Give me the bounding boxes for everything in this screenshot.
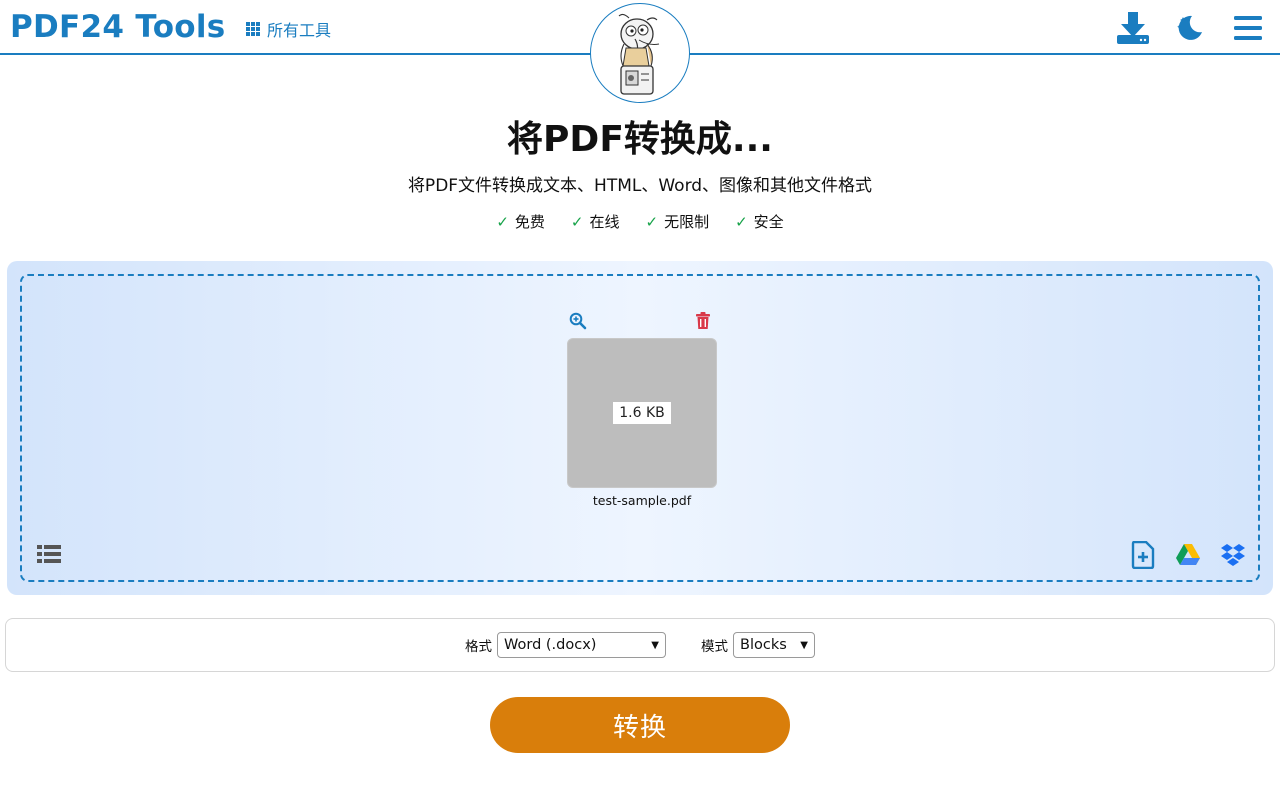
format-select[interactable]: Word (.docx) ▼ <box>497 632 666 658</box>
chevron-down-icon: ▼ <box>800 639 808 651</box>
brand-logo-text[interactable]: PDF24 Tools <box>10 8 226 46</box>
feature-item: ✓ 免费 <box>496 211 545 233</box>
all-tools-link[interactable]: 所有工具 <box>246 17 331 41</box>
mode-select-value: Blocks <box>740 637 787 653</box>
all-tools-label: 所有工具 <box>267 21 332 40</box>
apps-grid-icon <box>246 22 260 36</box>
mascot-logo[interactable] <box>590 3 690 103</box>
file-drop-zone[interactable]: 1.6 KB test-sample.pdf <box>20 274 1260 582</box>
check-icon: ✓ <box>570 213 584 231</box>
file-drop-area[interactable]: 1.6 KB test-sample.pdf <box>7 261 1273 595</box>
check-icon: ✓ <box>496 213 509 231</box>
google-drive-icon[interactable] <box>1174 541 1202 569</box>
format-select-value: Word (.docx) <box>504 637 597 653</box>
file-size-badge: 1.6 KB <box>613 402 671 424</box>
file-card[interactable]: 1.6 KB test-sample.pdf <box>567 312 717 508</box>
add-file-icon[interactable] <box>1129 541 1157 569</box>
file-name: test-sample.pdf <box>592 493 692 508</box>
feature-label: 免费 <box>514 213 545 231</box>
check-icon: ✓ <box>735 213 748 231</box>
mode-label: 模式 <box>701 639 728 655</box>
conversion-options: 格式 Word (.docx) ▼ 模式 Blocks ▼ <box>5 618 1275 672</box>
page-title: 将PDF转换成... <box>507 119 773 160</box>
file-thumbnail[interactable]: 1.6 KB <box>567 338 717 488</box>
check-icon: ✓ <box>645 213 659 231</box>
feature-item: ✓ 在线 <box>571 211 620 233</box>
dark-mode-icon[interactable] <box>1172 10 1208 46</box>
delete-icon[interactable] <box>695 312 715 332</box>
download-icon[interactable] <box>1115 10 1151 46</box>
zoom-in-icon[interactable] <box>569 312 589 332</box>
feature-label: 在线 <box>589 213 620 231</box>
format-option: 格式 Word (.docx) ▼ <box>465 632 666 658</box>
file-actions <box>567 312 717 338</box>
dropbox-icon[interactable] <box>1219 541 1247 569</box>
feature-label: 无限制 <box>664 213 710 231</box>
feature-list: ✓ 免费 ✓ 在线 ✓ 无限制 ✓ 安全 <box>0 211 1280 233</box>
convert-button[interactable]: 转换 <box>490 697 790 753</box>
page-subtitle: 将PDF文件转换成文本、HTML、Word、图像和其他文件格式 <box>407 176 873 196</box>
format-label: 格式 <box>465 639 492 655</box>
feature-item: ✓ 无限制 <box>646 211 710 233</box>
chevron-down-icon: ▼ <box>651 639 659 651</box>
menu-icon[interactable] <box>1230 10 1266 46</box>
feature-label: 安全 <box>753 213 784 231</box>
feature-item: ✓ 安全 <box>735 211 784 233</box>
mode-select[interactable]: Blocks ▼ <box>733 632 815 658</box>
mode-option: 模式 Blocks ▼ <box>701 632 815 658</box>
list-view-icon[interactable] <box>37 544 63 566</box>
